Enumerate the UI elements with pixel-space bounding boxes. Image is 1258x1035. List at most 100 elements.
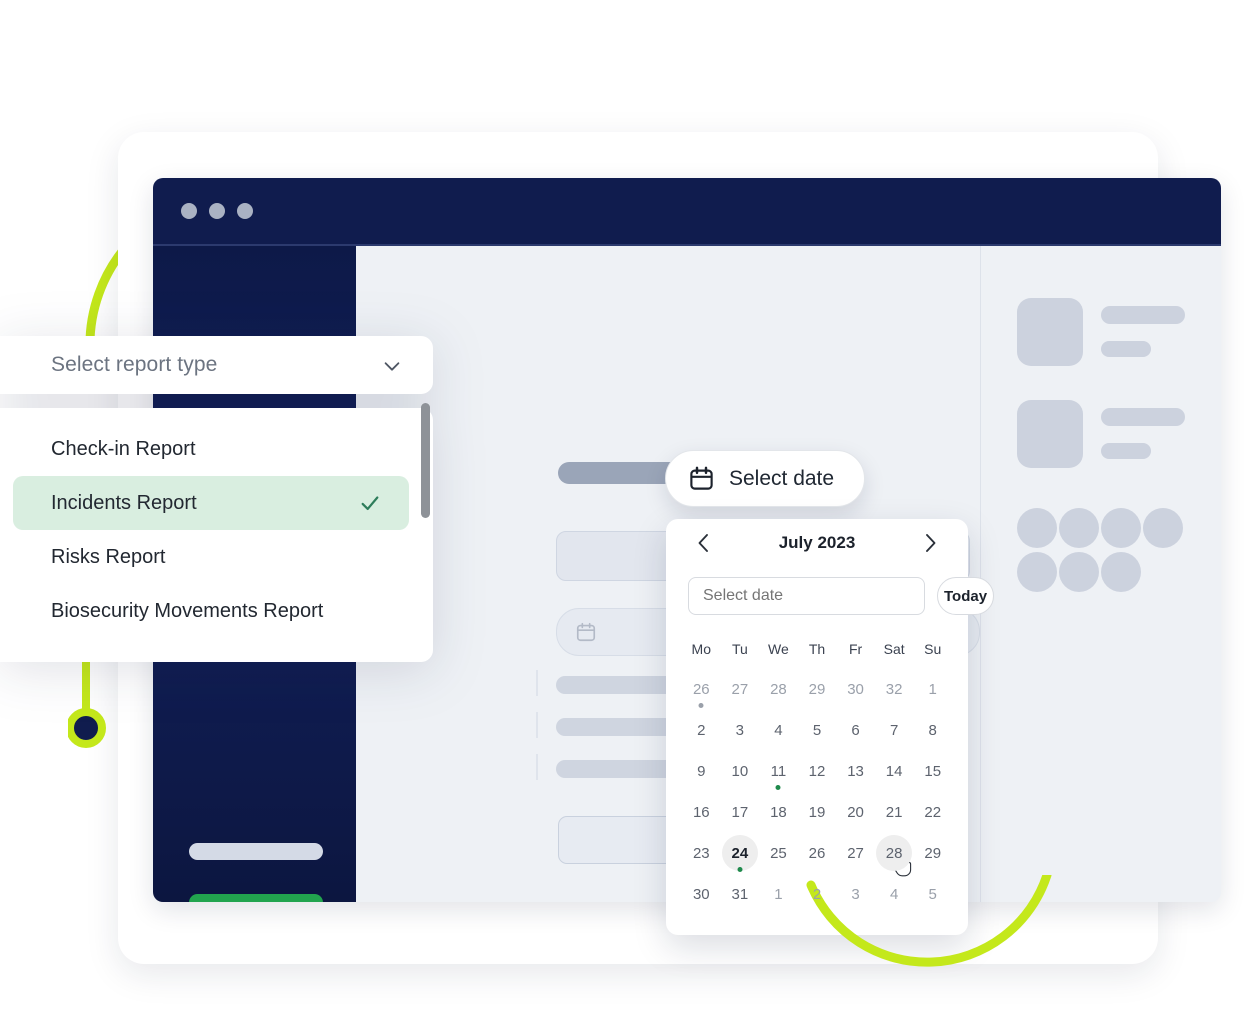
date-cell-26[interactable]: 26 [682,669,721,710]
date-cell-14[interactable]: 14 [875,751,914,792]
date-cell-4[interactable]: 4 [759,710,798,751]
date-cell-13[interactable]: 13 [836,751,875,792]
date-number: 29 [924,845,942,862]
chevron-down-icon[interactable] [381,355,403,377]
date-number: 27 [847,845,864,862]
date-number: 27 [731,681,749,698]
report-type-combobox[interactable]: Select report type [0,336,433,394]
date-number: 29 [808,681,826,698]
date-cell-2[interactable]: 2 [798,874,837,915]
date-cell-15[interactable]: 15 [913,751,952,792]
date-cell-16[interactable]: 16 [682,792,721,833]
sidebar-item-2-active[interactable] [189,894,323,902]
weekday-label: Fr [848,641,863,657]
date-number: 16 [692,804,710,821]
card-title-line [1101,408,1185,426]
traffic-light-minimize-dot[interactable] [209,203,225,219]
date-cell-26[interactable]: 26 [798,833,837,874]
date-cell-9[interactable]: 9 [682,751,721,792]
date-cell-25[interactable]: 25 [759,833,798,874]
traffic-light-close-dot[interactable] [181,203,197,219]
select-date-button[interactable]: Select date [665,450,865,507]
option-label: Risks Report [51,545,166,568]
date-cell-1[interactable]: 1 [759,874,798,915]
date-cell-28[interactable]: 28 [759,669,798,710]
date-picker-header: July 2023 [666,519,968,567]
date-picker-input[interactable] [688,577,925,615]
dropdown-option-check-in-report[interactable]: Check-in Report [0,422,433,476]
date-cell-4[interactable]: 4 [875,874,914,915]
sidebar-item-1[interactable] [189,843,323,860]
today-button[interactable]: Today [937,577,995,615]
date-cell-7[interactable]: 7 [875,710,914,751]
avatar [1059,552,1099,592]
date-cell-18[interactable]: 18 [759,792,798,833]
date-number: 26 [692,681,710,698]
date-cell-5[interactable]: 5 [913,874,952,915]
traffic-light-maximize-dot[interactable] [237,203,253,219]
date-cell-28[interactable]: 28 [875,833,914,874]
date-number: 10 [731,763,749,780]
date-cell-22[interactable]: 22 [913,792,952,833]
dropdown-option-risks-report[interactable]: Risks Report [0,530,433,584]
chevron-right-icon[interactable] [918,531,942,555]
date-cell-23[interactable]: 23 [682,833,721,874]
option-label: Incidents Report [51,491,197,514]
date-cell-11[interactable]: 11 [759,751,798,792]
date-cell-20[interactable]: 20 [836,792,875,833]
date-number: 3 [851,886,860,903]
right-sidebar [980,246,1221,902]
date-cell-31[interactable]: 31 [721,874,760,915]
weekday-label: Mo [691,641,711,657]
date-number: 4 [774,722,783,739]
date-cell-24[interactable]: 24 [721,833,760,874]
date-number: 11 [770,763,787,780]
date-number: 5 [812,722,822,739]
date-cell-27[interactable]: 27 [721,669,760,710]
date-cell-27[interactable]: 27 [836,833,875,874]
dropdown-scrollbar[interactable] [421,403,430,518]
card-thumbnail [1017,400,1083,468]
date-picker-popup: July 2023 Today MoTuWeThFrSatSu 26272829… [666,519,995,935]
date-cell-19[interactable]: 19 [798,792,837,833]
date-number: 20 [847,804,864,821]
date-cell-1[interactable]: 1 [913,669,952,710]
date-number: 22 [924,804,942,821]
date-number: 30 [692,886,710,903]
date-number: 28 [885,845,903,862]
date-week-row: 2 3 4 5 6 7 8 [682,710,952,751]
date-cell-30[interactable]: 30 [682,874,721,915]
date-week-row: 23 24 25 26 27 28 29 [682,833,952,874]
weekday-label: Th [808,641,826,657]
calendar-icon [690,466,713,490]
date-cell-32[interactable]: 32 [875,669,914,710]
traffic-light-dots [181,203,253,219]
date-cell-3[interactable]: 3 [721,710,760,751]
avatar [1101,508,1141,548]
date-cell-12[interactable]: 12 [798,751,837,792]
date-number: 32 [885,681,903,698]
dropdown-option-incidents-report[interactable]: Incidents Report [13,476,409,530]
date-cell-29[interactable]: 29 [798,669,837,710]
date-cell-17[interactable]: 17 [721,792,760,833]
date-cell-29[interactable]: 29 [913,833,952,874]
date-cell-3[interactable]: 3 [836,874,875,915]
date-number: 26 [808,845,826,862]
date-cell-21[interactable]: 21 [875,792,914,833]
date-cell-30[interactable]: 30 [836,669,875,710]
date-number: 18 [770,804,787,821]
card-subtitle-line [1101,341,1151,357]
event-dot-grey [698,703,704,708]
date-number: 15 [924,763,942,780]
dropdown-option-biosecurity-movements-report[interactable]: Biosecurity Movements Report [0,584,433,638]
date-cell-6[interactable]: 6 [836,710,875,751]
report-type-option-list: Check-in Report Incidents Report Risks R… [0,408,433,662]
date-cell-8[interactable]: 8 [913,710,952,751]
date-cell-2[interactable]: 2 [682,710,721,751]
date-picker-grid: Mo Tu We Th Fr Sat Su 26 27 28 29 30 32 1 2 3 4 5 6 7 8 9 10 1… [682,635,952,915]
date-week-row: 30 31 1 2 3 4 5 [682,874,952,915]
date-cell-5[interactable]: 5 [798,710,837,751]
illustration-stage: Select report type Check-in Report Incid… [0,0,1258,1024]
date-number: 4 [889,886,899,903]
date-cell-10[interactable]: 10 [721,751,760,792]
